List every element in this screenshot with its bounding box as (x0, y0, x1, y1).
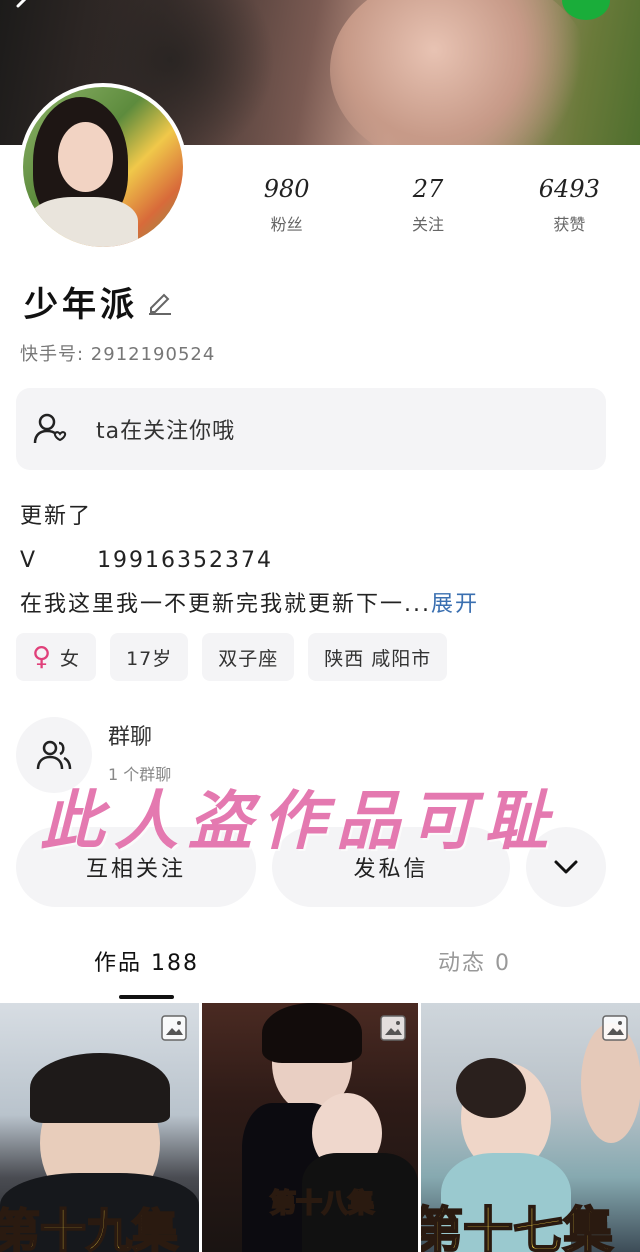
image-icon (602, 1015, 628, 1041)
stat-fans[interactable]: 980 粉丝 (216, 173, 357, 253)
tab-works[interactable]: 作品 188 (94, 945, 199, 977)
episode-caption: 第十八集 (269, 1188, 375, 1220)
name-row: 少年派 (24, 277, 174, 326)
avatar-coat (28, 197, 138, 247)
content-tabs: 作品 188 动态 0 (0, 945, 640, 1003)
bio-line: 更新了 (20, 504, 93, 529)
work-thumbnail[interactable]: 第十七集 (421, 1003, 640, 1252)
thumb-hair (30, 1053, 170, 1123)
bio-text: 在我这里我一不更新完我就更新下一... (20, 592, 431, 617)
stat-value: 6493 (538, 175, 600, 203)
bio-phone: 19916352374 (97, 548, 274, 573)
episode-caption: 第十九集 (0, 1203, 179, 1252)
episode-caption: 第十七集 (421, 1201, 614, 1252)
tag-gender: ♀ 女 (16, 633, 97, 681)
profile-name: 少年派 (24, 285, 138, 325)
stat-label: 关注 (411, 215, 444, 234)
stats-row: 980 粉丝 27 关注 6493 获赞 (216, 173, 640, 253)
tag-gender-label: 女 (60, 647, 81, 670)
stat-value: 27 (412, 175, 444, 203)
follows-you-text: ta在关注你哦 (96, 419, 236, 444)
stat-following[interactable]: 27 关注 (357, 173, 498, 253)
bio: 更新了 V 19916352374 在我这里我一不更新完我就更新下一...展开 (20, 495, 630, 627)
work-thumbnail[interactable]: 第十八集 (202, 1003, 418, 1252)
image-icon (380, 1015, 406, 1041)
tag-row: ♀ 女 17岁 双子座 陕西 咸阳市 (16, 633, 461, 681)
stat-value: 980 (263, 175, 310, 203)
tag-location: 陕西 咸阳市 (308, 633, 448, 681)
avatar[interactable] (19, 83, 187, 251)
user-heart-icon (32, 410, 70, 448)
thumb-hair (262, 1003, 362, 1063)
work-thumbnail[interactable]: 第十九集 (0, 1003, 199, 1252)
works-grid: 第十九集 第十八集 第十七集 (0, 1003, 640, 1252)
follows-you-card[interactable]: ta在关注你哦 (16, 388, 606, 470)
cover-face (330, 0, 590, 145)
stat-label: 获赞 (553, 215, 586, 234)
bio-line-contact: V 19916352374 (20, 539, 630, 583)
bio-v-prefix: V (20, 548, 38, 573)
watermark-text: 此人盗作品可耻 (40, 785, 558, 859)
tab-dynamic[interactable]: 动态 0 (438, 945, 511, 977)
stat-label: 粉丝 (270, 215, 303, 234)
stat-likes[interactable]: 6493 获赞 (499, 173, 640, 253)
edit-pencil-icon[interactable] (146, 288, 174, 316)
kuaishou-id: 快手号: 2912190524 (20, 344, 216, 365)
group-chat-title: 群聊 (108, 725, 153, 750)
active-tab-indicator (119, 995, 174, 999)
bio-expand-link[interactable]: 展开 (431, 592, 479, 617)
tag-zodiac: 双子座 (202, 633, 295, 681)
profile-sheet: 980 粉丝 27 关注 6493 获赞 少年派 快手号: 2912190524… (0, 145, 640, 1252)
bio-line: 在我这里我一不更新完我就更新下一...展开 (20, 583, 630, 627)
image-icon (161, 1015, 187, 1041)
thumb-hair (456, 1058, 526, 1118)
back-arrow-icon[interactable] (8, 0, 38, 18)
female-icon: ♀ (32, 642, 53, 672)
avatar-face (58, 122, 113, 192)
tag-age: 17岁 (110, 633, 189, 681)
avatar-image (23, 87, 183, 247)
